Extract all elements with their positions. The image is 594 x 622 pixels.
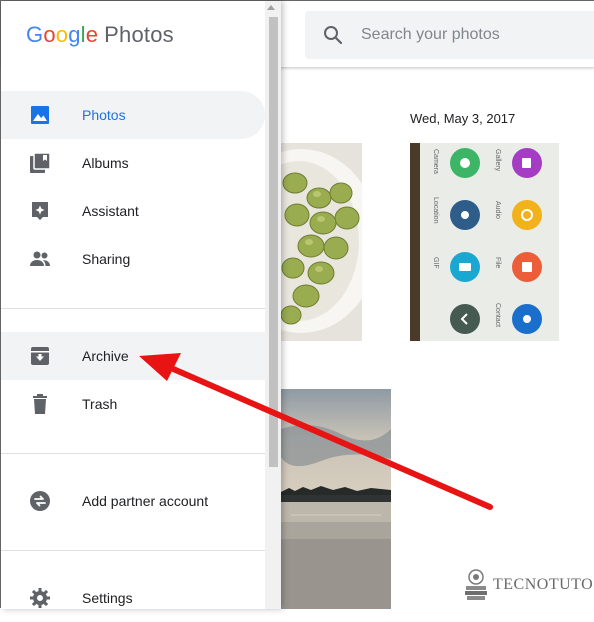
annotation-arrow bbox=[139, 353, 493, 510]
